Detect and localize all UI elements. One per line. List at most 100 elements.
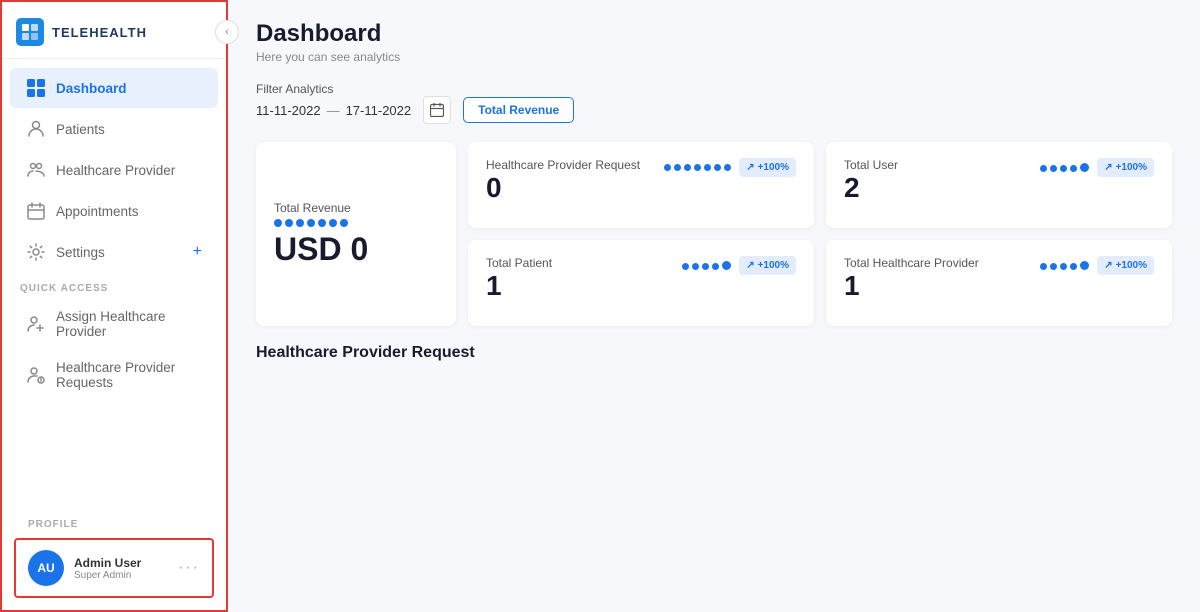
- sidebar-profile[interactable]: AU Admin User Super Admin ···: [14, 538, 214, 598]
- dot: [340, 219, 348, 227]
- chart-dot: [712, 263, 719, 270]
- assign-hp-icon: [26, 314, 46, 334]
- bottom-section-title: Healthcare Provider Request: [256, 344, 1172, 362]
- settings-plus-icon[interactable]: +: [193, 243, 202, 261]
- dashboard-icon: [26, 78, 46, 98]
- total-patient-chart-area: ↗ +100%: [682, 256, 796, 275]
- total-patient-chart-dots: [682, 261, 731, 270]
- chart-dot: [694, 164, 701, 171]
- sidebar-item-patients[interactable]: Patients: [10, 109, 218, 149]
- stats-grid: Total Revenue USD 0 Healthcare Provider …: [256, 142, 1172, 326]
- total-user-value: 2: [844, 172, 898, 204]
- sidebar-item-healthcare-provider[interactable]: Healthcare Provider: [10, 150, 218, 190]
- dot: [296, 219, 304, 227]
- date-from: 11-11-2022: [256, 103, 321, 118]
- healthcare-provider-label: Healthcare Provider: [56, 163, 202, 178]
- chart-dot: [714, 164, 721, 171]
- logo-text: TELEHEALTH: [52, 25, 147, 40]
- calendar-icon[interactable]: [423, 96, 451, 124]
- dot: [285, 219, 293, 227]
- total-hp-title: Total Healthcare Provider: [844, 256, 979, 270]
- total-hp-chart-dots: [1040, 261, 1089, 270]
- total-user-chart-dots: [1040, 163, 1089, 172]
- chart-dot: [1050, 263, 1057, 270]
- filter-section: Filter Analytics 11-11-2022 — 17-11-2022…: [256, 82, 1172, 124]
- total-hp-header: Total Healthcare Provider 1 ↗ +100%: [844, 256, 1154, 302]
- stat-card-total-patient: Total Patient 1 ↗ +100%: [468, 240, 814, 326]
- date-range: 11-11-2022 — 17-11-2022: [256, 103, 411, 118]
- trend-up-icon: ↗: [1104, 162, 1112, 173]
- total-patient-value: 1: [486, 270, 552, 302]
- settings-icon: [26, 242, 46, 262]
- date-dash: —: [327, 103, 340, 118]
- total-user-title-area: Total User 2: [844, 158, 898, 204]
- sidebar-item-hp-requests[interactable]: Healthcare Provider Requests: [10, 350, 218, 400]
- hp-request-chart-area: ↗ +100%: [664, 158, 796, 177]
- logo-icon: [16, 18, 44, 46]
- trend-up-icon: ↗: [1104, 260, 1112, 271]
- chart-dot: [1080, 261, 1089, 270]
- trend-up-icon: ↗: [746, 162, 754, 173]
- chart-dot: [724, 164, 731, 171]
- hp-request-title: Healthcare Provider Request: [486, 158, 640, 172]
- sidebar-item-appointments[interactable]: Appointments: [10, 191, 218, 231]
- hp-requests-icon: [26, 365, 46, 385]
- profile-section-label: PROFILE: [10, 509, 218, 534]
- chart-dot: [1040, 263, 1047, 270]
- hp-requests-label: Healthcare Provider Requests: [56, 360, 202, 390]
- hp-request-chart-dots: [664, 164, 731, 171]
- total-user-badge-value: +100%: [1116, 162, 1147, 173]
- sidebar-item-settings[interactable]: Settings +: [10, 232, 218, 272]
- chart-dot: [682, 263, 689, 270]
- stat-card-hp-request: Healthcare Provider Request 0 ↗: [468, 142, 814, 228]
- trend-up-icon: ↗: [746, 260, 754, 271]
- avatar: AU: [28, 550, 64, 586]
- chart-dot: [692, 263, 699, 270]
- hp-request-title-area: Healthcare Provider Request 0: [486, 158, 640, 204]
- total-hp-badge-value: +100%: [1116, 260, 1147, 271]
- sidebar-item-dashboard[interactable]: Dashboard: [10, 68, 218, 108]
- total-patient-header: Total Patient 1 ↗ +100%: [486, 256, 796, 302]
- chart-dot: [1080, 163, 1089, 172]
- stat-card-revenue: Total Revenue USD 0: [256, 142, 456, 326]
- assign-hp-label: Assign Healthcare Provider: [56, 309, 202, 339]
- chart-dot: [664, 164, 671, 171]
- sidebar: TELEHEALTH ‹ Dashboard Patie: [0, 0, 228, 612]
- hp-request-badge-value: +100%: [758, 162, 789, 173]
- profile-menu-dots[interactable]: ···: [178, 559, 200, 577]
- appointments-icon: [26, 201, 46, 221]
- total-patient-title: Total Patient: [486, 256, 552, 270]
- chart-dot: [1070, 263, 1077, 270]
- total-hp-chart-area: ↗ +100%: [1040, 256, 1154, 275]
- chart-dot: [722, 261, 731, 270]
- chart-dot: [684, 164, 691, 171]
- stat-card-total-user: Total User 2 ↗ +100%: [826, 142, 1172, 228]
- filter-label: Filter Analytics: [256, 82, 1172, 96]
- revenue-value: USD 0: [274, 231, 438, 268]
- dot: [329, 219, 337, 227]
- chart-dot: [704, 164, 711, 171]
- profile-name: Admin User: [74, 556, 168, 570]
- sidebar-logo: TELEHEALTH: [2, 2, 226, 59]
- dot: [274, 219, 282, 227]
- total-hp-title-area: Total Healthcare Provider 1: [844, 256, 979, 302]
- total-patient-title-area: Total Patient 1: [486, 256, 552, 302]
- total-hp-badge: ↗ +100%: [1097, 256, 1154, 275]
- total-patient-badge-value: +100%: [758, 260, 789, 271]
- total-revenue-filter-button[interactable]: Total Revenue: [463, 97, 574, 123]
- chart-dot: [1050, 165, 1057, 172]
- hp-request-value: 0: [486, 172, 640, 204]
- revenue-label: Total Revenue: [274, 201, 438, 215]
- sidebar-collapse-button[interactable]: ‹: [215, 20, 239, 44]
- quick-access-label: QUICK ACCESS: [2, 273, 226, 298]
- revenue-dots: [274, 219, 438, 227]
- patients-icon: [26, 119, 46, 139]
- page-subtitle: Here you can see analytics: [256, 50, 1172, 64]
- healthcare-provider-icon: [26, 160, 46, 180]
- page-title: Dashboard: [256, 20, 1172, 48]
- chart-dot: [702, 263, 709, 270]
- date-to: 17-11-2022: [346, 103, 412, 118]
- sidebar-item-assign-hp[interactable]: Assign Healthcare Provider: [10, 299, 218, 349]
- dot: [318, 219, 326, 227]
- main-content: Dashboard Here you can see analytics Fil…: [228, 0, 1200, 612]
